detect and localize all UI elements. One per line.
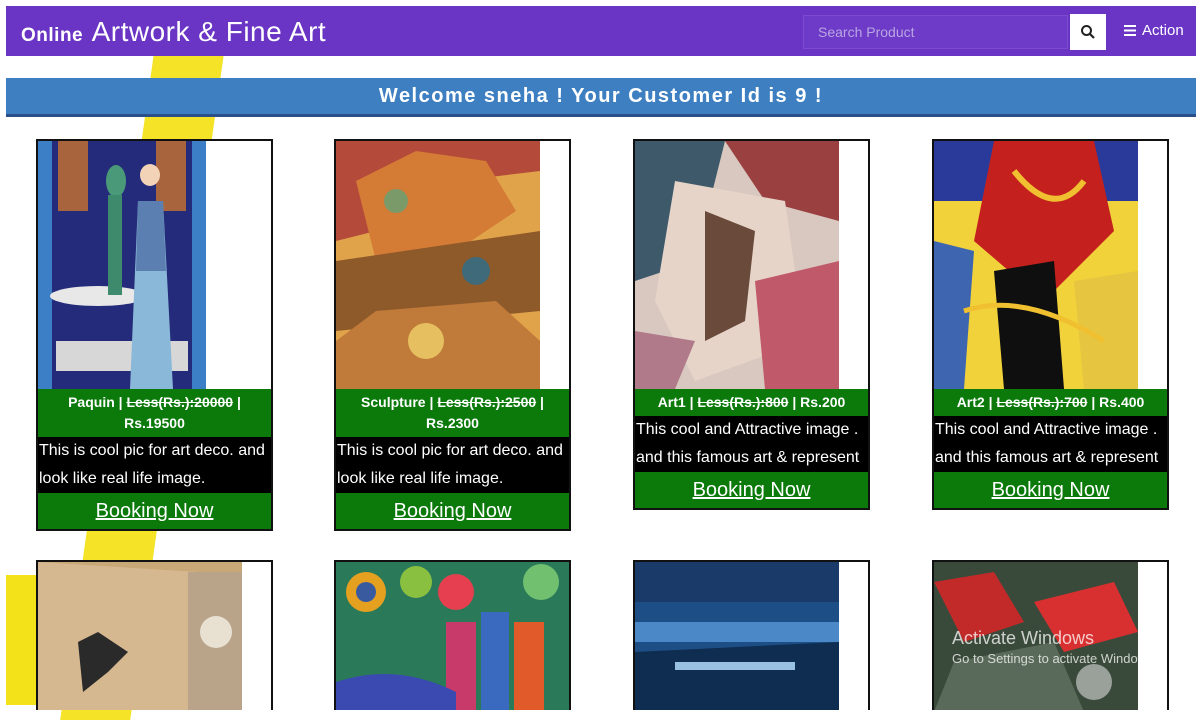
description-line: and this famous art & represent — [935, 449, 1159, 466]
brand-logo[interactable]: Online Artwork & Fine Art — [21, 16, 326, 48]
booking-now-button[interactable]: Booking Now — [38, 493, 271, 529]
product-image — [934, 141, 1167, 389]
product-card — [633, 560, 870, 710]
old-price: Less(Rs.):700 — [996, 394, 1088, 410]
product-name: Art2 — [956, 394, 985, 410]
new-price: Rs.200 — [800, 394, 846, 410]
product-image — [336, 141, 569, 389]
artwork-sculpture-image — [336, 141, 540, 389]
action-menu[interactable]: Action — [1124, 22, 1184, 39]
description-line: This is cool pic for art deco. and — [337, 442, 563, 459]
product-title: Art1 | Less(Rs.):800 | Rs.200 — [635, 389, 868, 416]
activate-windows-watermark: Activate Windows Go to Settings to activ… — [952, 628, 1157, 666]
artwork-image — [38, 562, 242, 710]
artwork-paquin-image — [38, 141, 206, 389]
search-button[interactable] — [1070, 14, 1106, 50]
booking-now-button[interactable]: Booking Now — [934, 472, 1167, 508]
action-label: Action — [1142, 22, 1184, 39]
product-description: This is cool pic for art deco. and look l… — [336, 437, 569, 493]
artwork-art1-image — [635, 141, 839, 389]
booking-now-button[interactable]: Booking Now — [635, 472, 868, 508]
product-card: Paquin | Less(Rs.):20000 | Rs.19500 This… — [36, 139, 273, 531]
decorative-background-stripe — [6, 575, 36, 705]
artwork-art2-image — [934, 141, 1138, 389]
product-description: This is cool pic for art deco. and look l… — [38, 437, 271, 493]
product-card — [36, 560, 273, 710]
product-card — [334, 560, 571, 710]
product-name: Sculpture — [361, 394, 426, 410]
new-price: Rs.19500 — [124, 415, 185, 431]
product-image — [635, 141, 868, 389]
product-name: Paquin — [68, 394, 115, 410]
watermark-title: Activate Windows — [952, 628, 1095, 648]
brand-prefix: Online — [21, 25, 84, 46]
product-card: Art1 | Less(Rs.):800 | Rs.200 This cool … — [633, 139, 870, 510]
search-icon — [1081, 25, 1095, 39]
product-description: This cool and Attractive image . and this… — [635, 416, 868, 472]
booking-now-button[interactable]: Booking Now — [336, 493, 569, 529]
artwork-image — [635, 562, 839, 710]
product-image — [38, 141, 271, 389]
top-navbar: Online Artwork & Fine Art Action — [6, 6, 1196, 56]
product-card: Art2 | Less(Rs.):700 | Rs.400 This cool … — [932, 139, 1169, 510]
product-title: Paquin | Less(Rs.):20000 | Rs.19500 — [38, 389, 271, 437]
watermark-subtitle: Go to Settings to activate Windows. — [952, 651, 1158, 666]
product-card: Sculpture | Less(Rs.):2500 | Rs.2300 Thi… — [334, 139, 571, 531]
product-title: Art2 | Less(Rs.):700 | Rs.400 — [934, 389, 1167, 416]
product-description: This cool and Attractive image . and this… — [934, 416, 1167, 472]
description-line: This cool and Attractive image . — [636, 421, 859, 438]
artwork-image — [336, 562, 569, 710]
welcome-banner: Welcome sneha ! Your Customer Id is 9 ! — [6, 78, 1196, 117]
brand-title: Artwork & Fine Art — [91, 16, 327, 47]
new-price: Rs.400 — [1099, 394, 1145, 410]
hamburger-icon — [1124, 25, 1136, 36]
product-name: Art1 — [657, 394, 686, 410]
old-price: Less(Rs.):800 — [697, 394, 789, 410]
new-price: Rs.2300 — [426, 415, 479, 431]
description-line: look like real life image. — [39, 470, 206, 487]
product-title: Sculpture | Less(Rs.):2500 | Rs.2300 — [336, 389, 569, 437]
description-line: look like real life image. — [337, 470, 504, 487]
old-price: Less(Rs.):2500 — [437, 394, 537, 410]
old-price: Less(Rs.):20000 — [126, 394, 234, 410]
search-input[interactable] — [803, 15, 1068, 49]
description-line: and this famous art & represent — [636, 449, 860, 466]
description-line: This cool and Attractive image . — [935, 421, 1158, 438]
description-line: This is cool pic for art deco. and — [39, 442, 265, 459]
